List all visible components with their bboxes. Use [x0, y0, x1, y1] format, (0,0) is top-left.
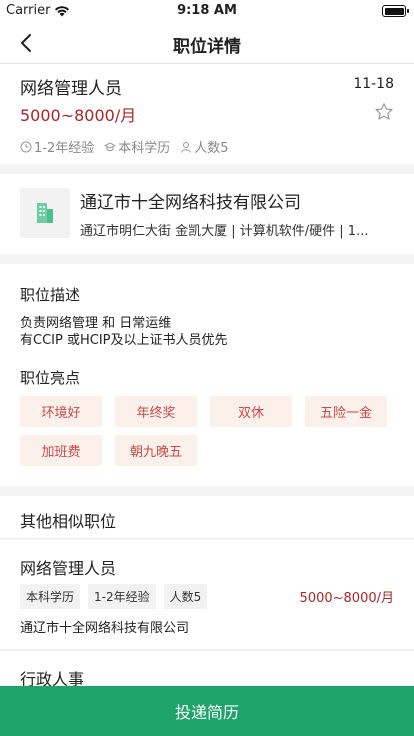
highlight-tag: 加班费: [20, 435, 102, 466]
clock-icon: [20, 141, 32, 152]
similar-job-company: 通辽市十全网络科技有限公司: [20, 621, 190, 636]
status-bar: Carrier 9:18 AM: [0, 0, 414, 22]
similar-jobs-title: 其他相似职位: [20, 512, 117, 531]
clock: 9:18 AM: [177, 3, 237, 18]
person-icon: [181, 141, 192, 153]
description-text: 负责网络管理 和 日常运维 有CCIP 或HCIP及以上证书人员优先: [20, 315, 228, 349]
company-name: 通辽市十全网络科技有限公司: [80, 193, 301, 213]
education-tag: 本科学历: [104, 137, 170, 156]
job-header: 网络管理人员 11-18 5000~8000/月 1-2年经验 本科学历 人数5: [0, 64, 414, 164]
highlight-tag: 年终奖: [115, 396, 197, 427]
similar-job-title: 网络管理人员: [20, 559, 117, 578]
similar-job-tag: 人数5: [163, 584, 208, 609]
company-logo: [20, 188, 70, 238]
job-title: 网络管理人员: [20, 79, 122, 99]
battery-icon: [382, 5, 409, 17]
highlight-tag: 环境好: [20, 396, 102, 427]
graduation-cap-icon: [104, 141, 117, 151]
building-icon: [37, 203, 53, 223]
star-icon[interactable]: [374, 102, 394, 122]
highlights-list: 环境好 年终奖 双休 五险一金 加班费 朝九晚五: [20, 396, 387, 466]
job-requirements: 1-2年经验 本科学历 人数5: [20, 137, 229, 156]
similar-job-tag: 本科学历: [20, 584, 81, 609]
education-label: 本科学历: [118, 141, 171, 156]
company-info: 通辽市明仁大街 金凯大厦 | 计算机软件/硬件 | 1...: [80, 224, 369, 239]
experience-tag: 1-2年经验: [20, 137, 94, 156]
similar-job-item[interactable]: 行政人事: [0, 651, 414, 691]
headcount-tag: 人数5: [180, 137, 229, 156]
highlight-tag: 双休: [210, 396, 292, 427]
job-date: 11-18: [353, 76, 394, 92]
job-salary: 5000~8000/月: [20, 106, 137, 125]
experience-label: 1-2年经验: [34, 141, 95, 156]
similar-job-tag: 1-2年经验: [88, 584, 156, 609]
highlights-title: 职位亮点: [20, 369, 81, 387]
job-description-section: 职位描述 负责网络管理 和 日常运维 有CCIP 或HCIP及以上证书人员优先 …: [0, 264, 414, 486]
nav-bar: 职位详情: [0, 22, 414, 64]
description-title: 职位描述: [20, 286, 81, 304]
similar-job-tags: 本科学历 1-2年经验 人数5: [20, 584, 208, 609]
company-card[interactable]: 通辽市十全网络科技有限公司 通辽市明仁大街 金凯大厦 | 计算机软件/硬件 | …: [0, 174, 414, 254]
apply-button[interactable]: 投递简历: [0, 686, 414, 736]
similar-job-item[interactable]: 网络管理人员 本科学历 1-2年经验 人数5 5000~8000/月 通辽市十全…: [0, 540, 414, 650]
highlight-tag: 五险一金: [305, 396, 387, 427]
description-line: 负责网络管理 和 日常运维: [20, 316, 172, 331]
similar-jobs-header: 其他相似职位: [0, 496, 414, 539]
headcount-label: 人数5: [194, 141, 229, 156]
similar-job-salary: 5000~8000/月: [299, 591, 394, 606]
description-line: 有CCIP 或HCIP及以上证书人员优先: [20, 333, 228, 348]
page-title: 职位详情: [173, 37, 241, 57]
highlight-tag: 朝九晚五: [115, 435, 197, 466]
